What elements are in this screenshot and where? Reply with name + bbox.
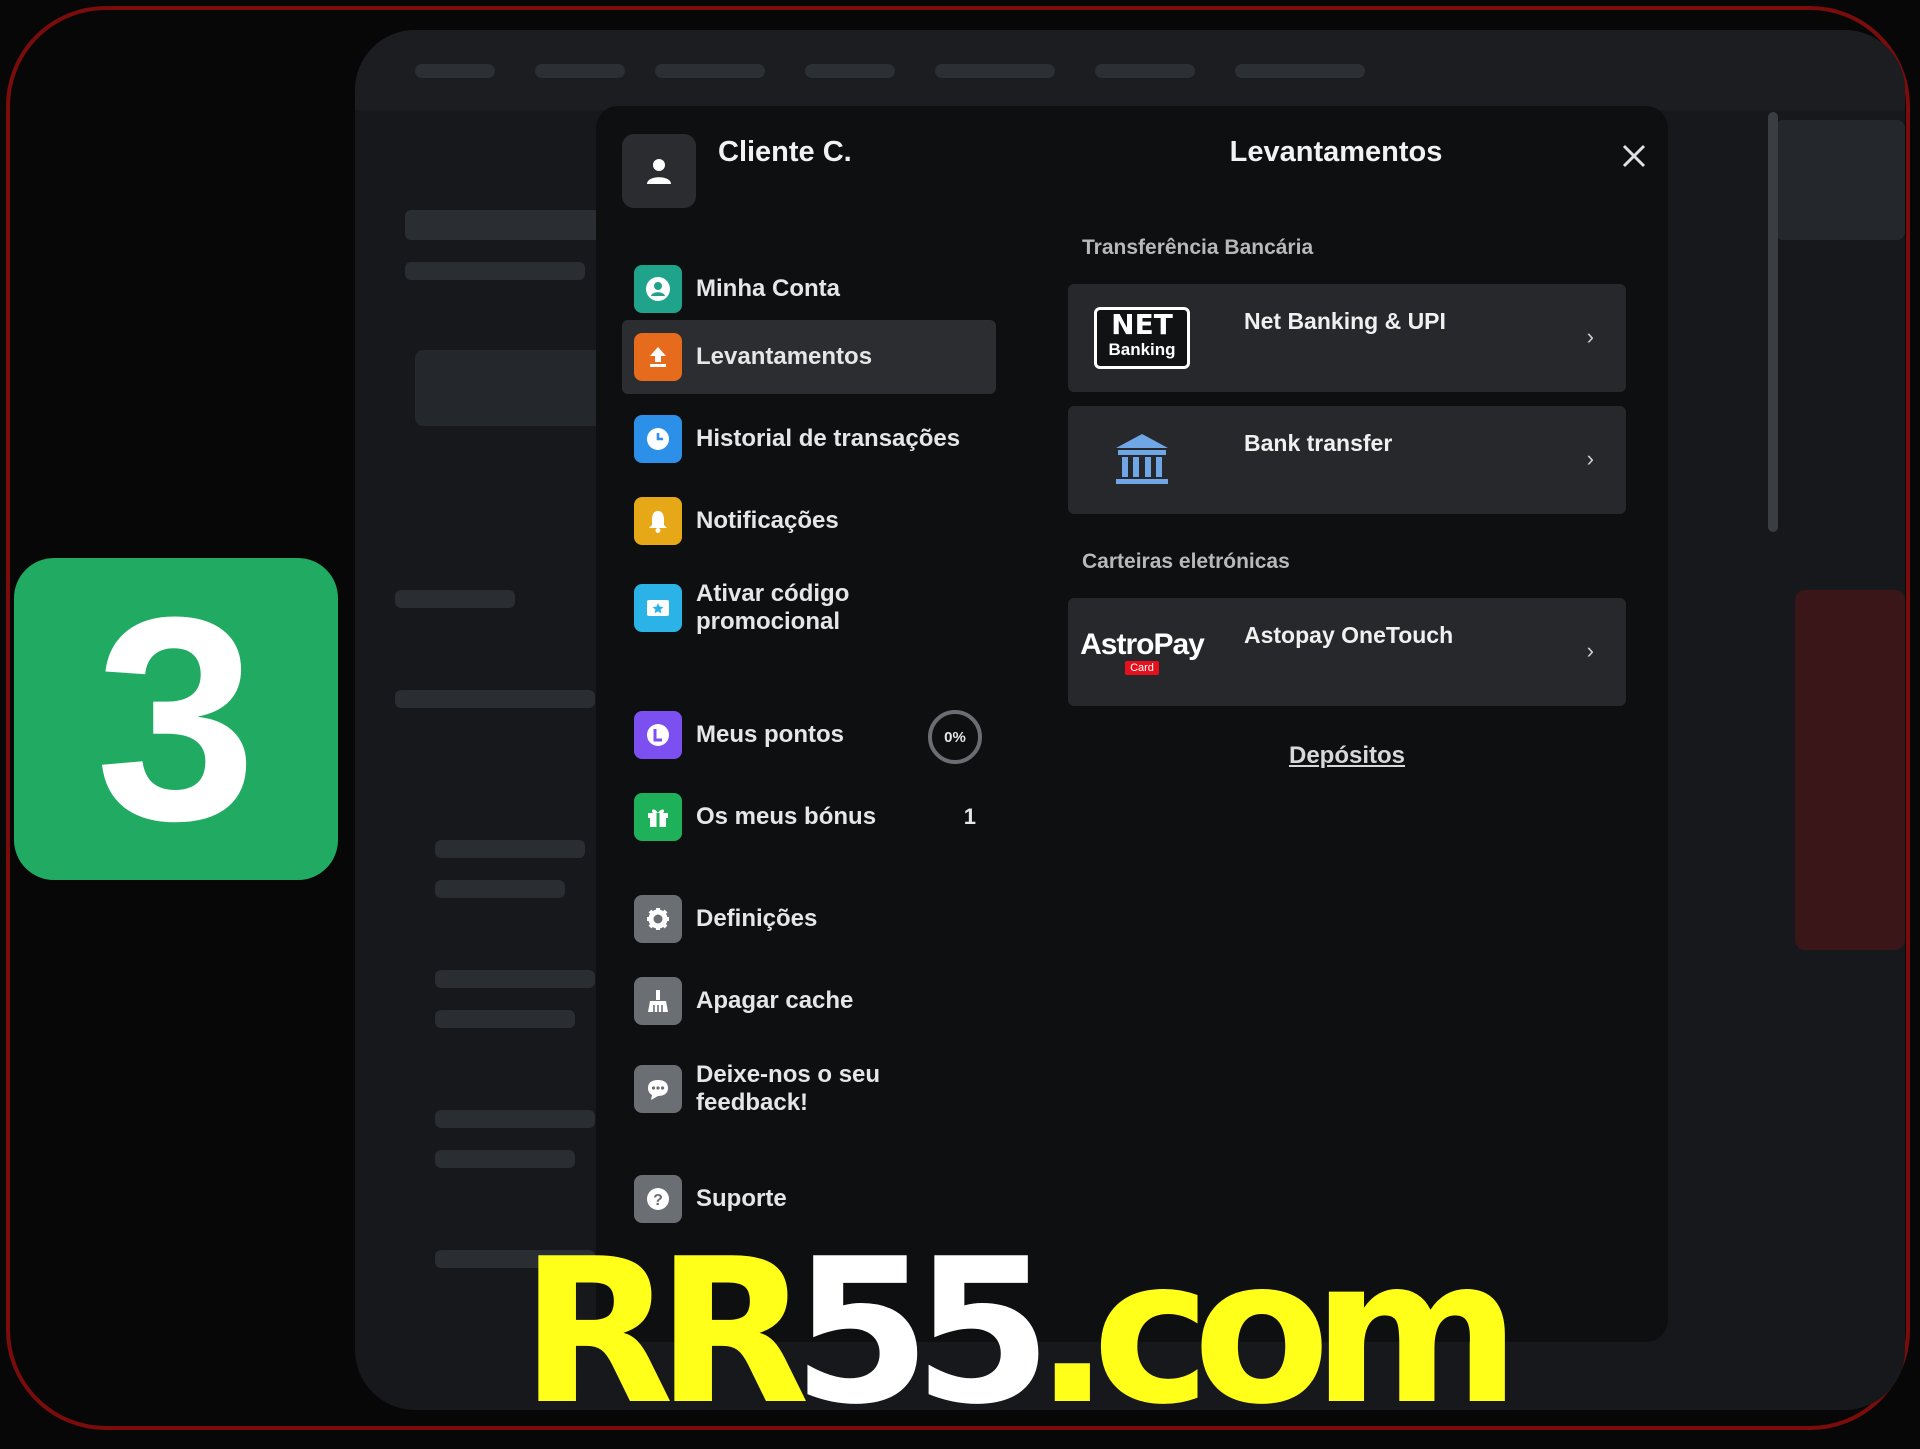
account-modal: Cliente C. Minha Conta Levantamentos His… (596, 106, 1668, 1342)
deposits-link[interactable]: Depósitos (1068, 742, 1626, 770)
net-banking-logo: NET Banking (1090, 302, 1194, 374)
profile-name: Cliente C. (718, 136, 852, 168)
method-bank-transfer[interactable]: Bank transfer › (1068, 406, 1626, 514)
watermark-part-3: .com (1034, 1216, 1520, 1449)
svg-text:?: ? (653, 1192, 663, 1209)
menu-item-label: Os meus bónus (696, 803, 877, 830)
net-banking-logo-bottom: Banking (1108, 340, 1176, 359)
menu-item-label: Levantamentos (696, 343, 873, 370)
site-watermark: RR55.com (520, 1228, 1521, 1438)
section-e-wallets: Carteiras eletrónicas (1082, 550, 1290, 573)
chevron-right-icon: › (1586, 446, 1594, 471)
clock-icon (634, 415, 682, 463)
ticket-icon (634, 584, 682, 632)
chevron-right-icon: › (1586, 324, 1594, 349)
watermark-part-2: 55 (792, 1216, 1052, 1449)
bell-icon (634, 497, 682, 545)
menu-item-label: Definições (696, 905, 818, 932)
menu-item-meus-pontos[interactable]: Meus pontos 0% (622, 698, 996, 772)
section-bank-transfer: Transferência Bancária (1082, 236, 1314, 259)
astropay-logo: AstroPay Card (1080, 616, 1205, 688)
menu-item-label: Ativar código promocional (696, 580, 850, 635)
menu-item-label: Deixe-nos o seu feedback! (696, 1061, 881, 1116)
method-name: Astopay OneTouch (1244, 622, 1454, 648)
method-name: Net Banking & UPI (1244, 308, 1446, 334)
menu-item-levantamentos[interactable]: Levantamentos (622, 320, 996, 394)
method-astropay[interactable]: AstroPay Card Astopay OneTouch › (1068, 598, 1626, 706)
bank-icon (1090, 424, 1194, 496)
menu-item-label: Historial de transações (696, 425, 961, 452)
menu-item-notificacoes[interactable]: Notificações (622, 484, 996, 558)
broom-icon (634, 977, 682, 1025)
background-scrollbar[interactable] (1768, 112, 1778, 532)
net-banking-logo-top: NET (1111, 308, 1173, 341)
watermark-part-1: RR (520, 1216, 810, 1449)
menu-item-label: Minha Conta (696, 275, 840, 302)
menu-item-label: Apagar cache (696, 987, 854, 1014)
gift-icon (634, 793, 682, 841)
method-name: Bank transfer (1244, 430, 1393, 456)
menu-item-feedback[interactable]: Deixe-nos o seu feedback! (622, 1046, 996, 1132)
menu-item-apagar-cache[interactable]: Apagar cache (622, 964, 996, 1038)
withdraw-icon (634, 333, 682, 381)
menu-item-label: Meus pontos (696, 721, 844, 748)
chevron-right-icon: › (1586, 638, 1594, 663)
background-topbar (355, 30, 1905, 110)
method-net-banking[interactable]: NET Banking Net Banking & UPI › (1068, 284, 1626, 392)
astropay-logo-sub: Card (1125, 661, 1159, 675)
points-progress: 0% (928, 710, 982, 764)
menu-item-label: Suporte (696, 1185, 787, 1212)
avatar[interactable] (622, 134, 696, 208)
menu-item-minha-conta[interactable]: Minha Conta (622, 252, 996, 326)
close-icon (1622, 144, 1646, 168)
account-icon (634, 265, 682, 313)
user-icon (647, 159, 671, 184)
menu-item-historial[interactable]: Historial de transações (622, 402, 996, 476)
astropay-logo-text: AstroPay (1080, 628, 1205, 661)
gear-icon (634, 895, 682, 943)
chat-icon (634, 1065, 682, 1113)
step-number-badge: 3 (14, 558, 338, 880)
bonus-count: 1 (963, 804, 976, 829)
panel-title: Levantamentos (1229, 136, 1443, 168)
menu-item-bonus[interactable]: Os meus bónus 1 (622, 780, 996, 854)
loyalty-icon (634, 711, 682, 759)
close-button[interactable] (1614, 136, 1654, 176)
menu-item-definicoes[interactable]: Definições (622, 882, 996, 956)
menu-item-ativar-codigo[interactable]: Ativar código promocional (622, 566, 996, 650)
menu-item-label: Notificações (696, 507, 839, 534)
